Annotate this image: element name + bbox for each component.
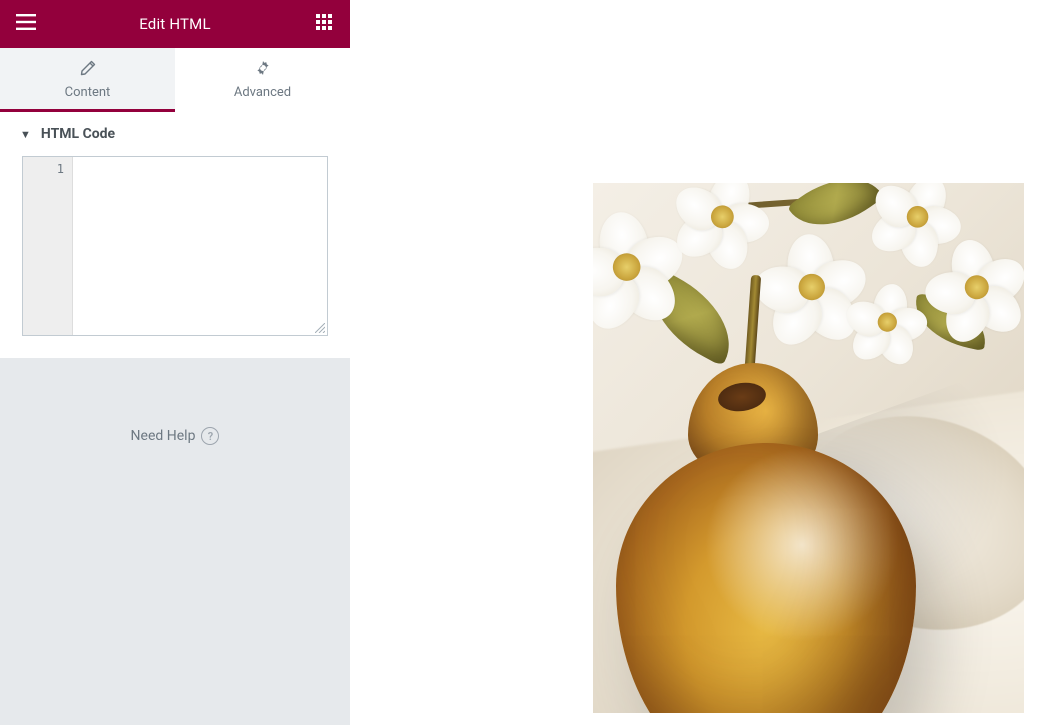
pencil-icon [80, 60, 96, 80]
section-title: HTML Code [41, 126, 115, 142]
code-gutter: 1 [23, 157, 73, 335]
section-toggle[interactable]: ▼ HTML Code [0, 112, 350, 156]
tab-label: Advanced [234, 85, 291, 100]
apps-grid-icon [316, 14, 332, 34]
code-textarea[interactable] [73, 157, 327, 335]
panel-title: Edit HTML [139, 15, 211, 33]
line-number: 1 [23, 160, 72, 178]
tab-advanced[interactable]: Advanced [175, 48, 350, 112]
section-html-code: ▼ HTML Code 1 [0, 112, 350, 359]
widgets-button[interactable] [310, 10, 338, 38]
tabs: Content Advanced [0, 48, 350, 112]
preview-image [593, 183, 1024, 713]
help-label: Need Help [131, 428, 196, 444]
caret-down-icon: ▼ [20, 128, 31, 141]
help-link[interactable]: Need Help ? [131, 427, 220, 445]
panel-header: Edit HTML [0, 0, 350, 48]
menu-button[interactable] [12, 10, 40, 38]
panel-footer: Need Help ? [0, 359, 350, 725]
tab-label: Content [65, 85, 111, 100]
resize-handle[interactable] [315, 323, 325, 333]
tab-content[interactable]: Content [0, 48, 175, 112]
html-code-editor[interactable]: 1 [22, 156, 328, 336]
editor-panel: Edit HTML [0, 0, 350, 725]
preview-canvas[interactable] [350, 0, 1040, 725]
hamburger-icon [16, 14, 36, 34]
section-body: 1 [0, 156, 350, 358]
help-icon: ? [201, 427, 219, 445]
gear-icon [255, 60, 271, 80]
